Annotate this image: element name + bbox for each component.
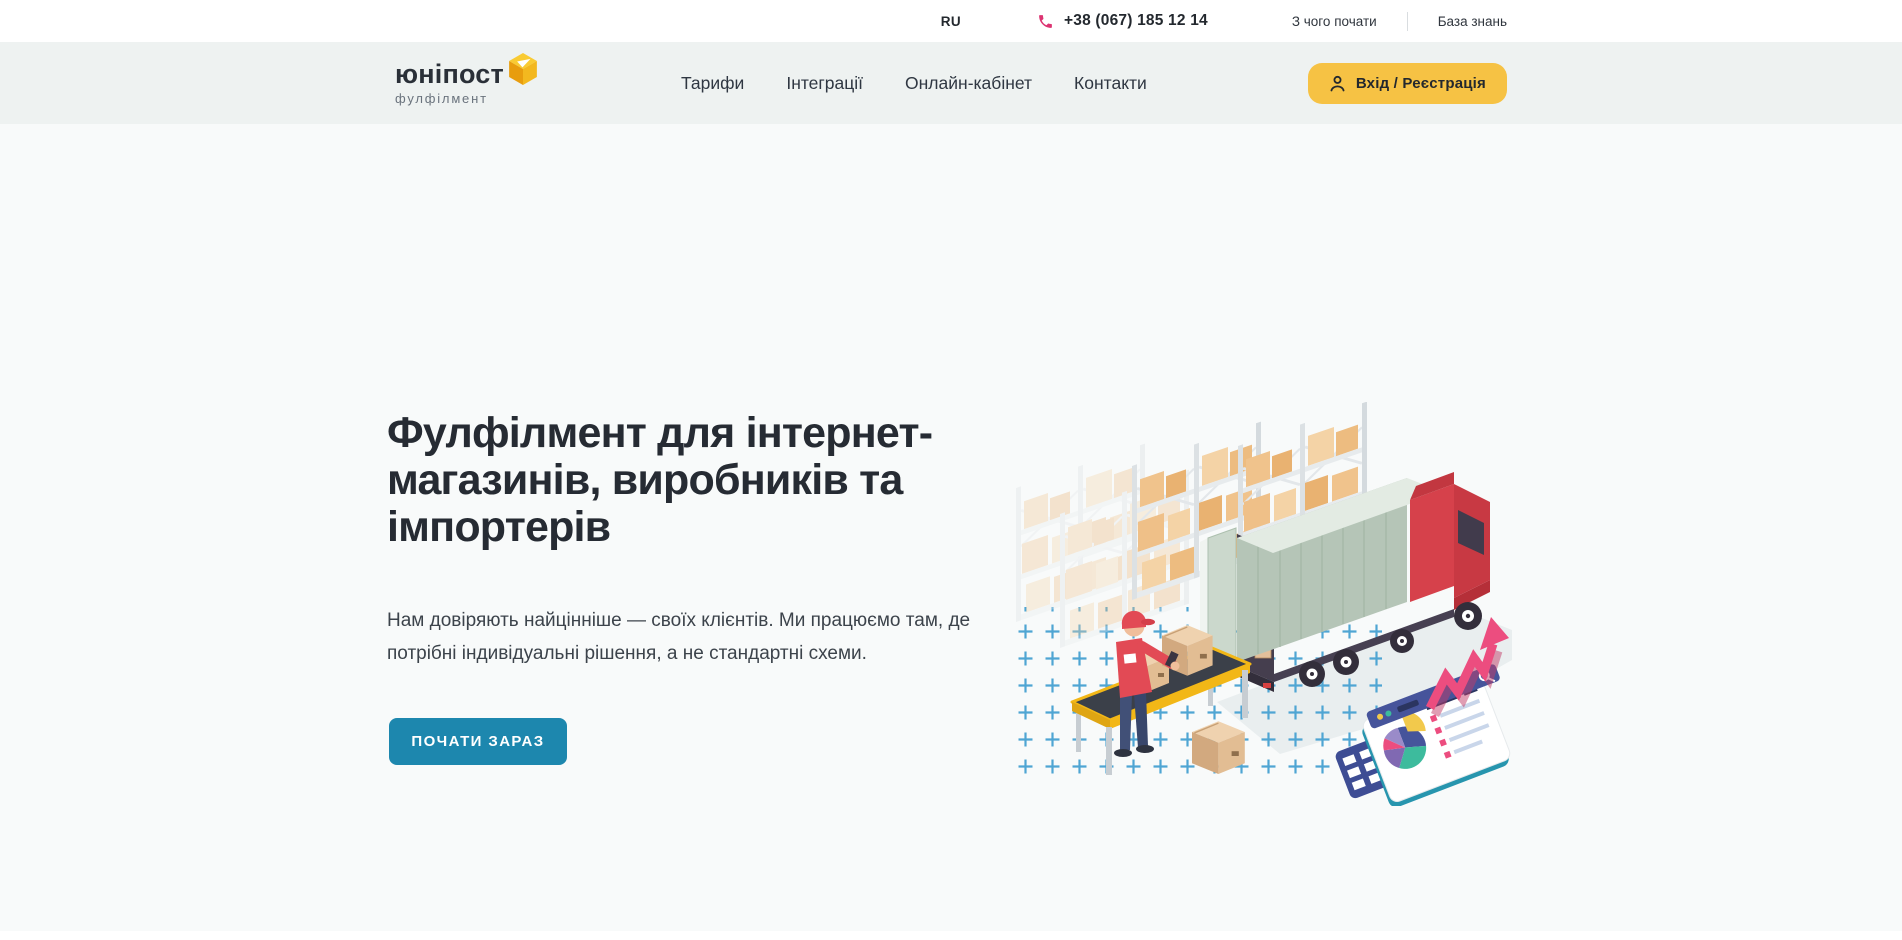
login-button-label: Вхід / Реєстрація [1356,75,1486,92]
logo-subtitle: фулфілмент [395,91,547,106]
hero-description: Нам довіряють найцінніше — своїх клієнті… [387,604,970,670]
topbar-divider [1407,12,1408,31]
truck-cab [1410,472,1490,630]
cta-start-button[interactable]: ПОЧАТИ ЗАРАЗ [389,718,567,765]
language-switcher[interactable]: RU [941,14,961,29]
bottom-strip [0,931,1902,940]
phone-number: +38 (067) 185 12 14 [1064,12,1208,30]
logo-cube-icon [508,53,538,85]
warehouse-illustration [1012,402,1512,806]
phone-icon [1037,13,1054,30]
nav-item-online-cabinet[interactable]: Онлайн-кабінет [905,73,1032,94]
main-header: юніпост фулфілмент Тарифи Інтеграції Онл… [0,42,1902,124]
landing-page: RU +38 (067) 185 12 14 З чого почати Баз… [0,0,1902,940]
hero-section: Фулфілмент для інтернет-магазинів, вироб… [0,124,1902,940]
logo[interactable]: юніпост фулфілмент [395,61,547,106]
user-icon [1329,75,1346,92]
main-nav: Тарифи Інтеграції Онлайн-кабінет Контакт… [681,73,1147,94]
login-button[interactable]: Вхід / Реєстрація [1308,63,1507,104]
phone-contact[interactable]: +38 (067) 185 12 14 [1037,12,1208,30]
nav-item-contacts[interactable]: Контакти [1074,73,1147,94]
nav-item-tariffs[interactable]: Тарифи [681,73,744,94]
hero-heading: Фулфілмент для інтернет-магазинів, вироб… [387,410,932,551]
logo-title: юніпост [395,61,504,88]
nav-item-integrations[interactable]: Інтеграції [786,73,863,94]
topbar: RU +38 (067) 185 12 14 З чого почати Баз… [0,0,1902,42]
topbar-link-getting-started[interactable]: З чого почати [1292,14,1377,29]
topbar-link-knowledge-base[interactable]: База знань [1438,14,1507,29]
